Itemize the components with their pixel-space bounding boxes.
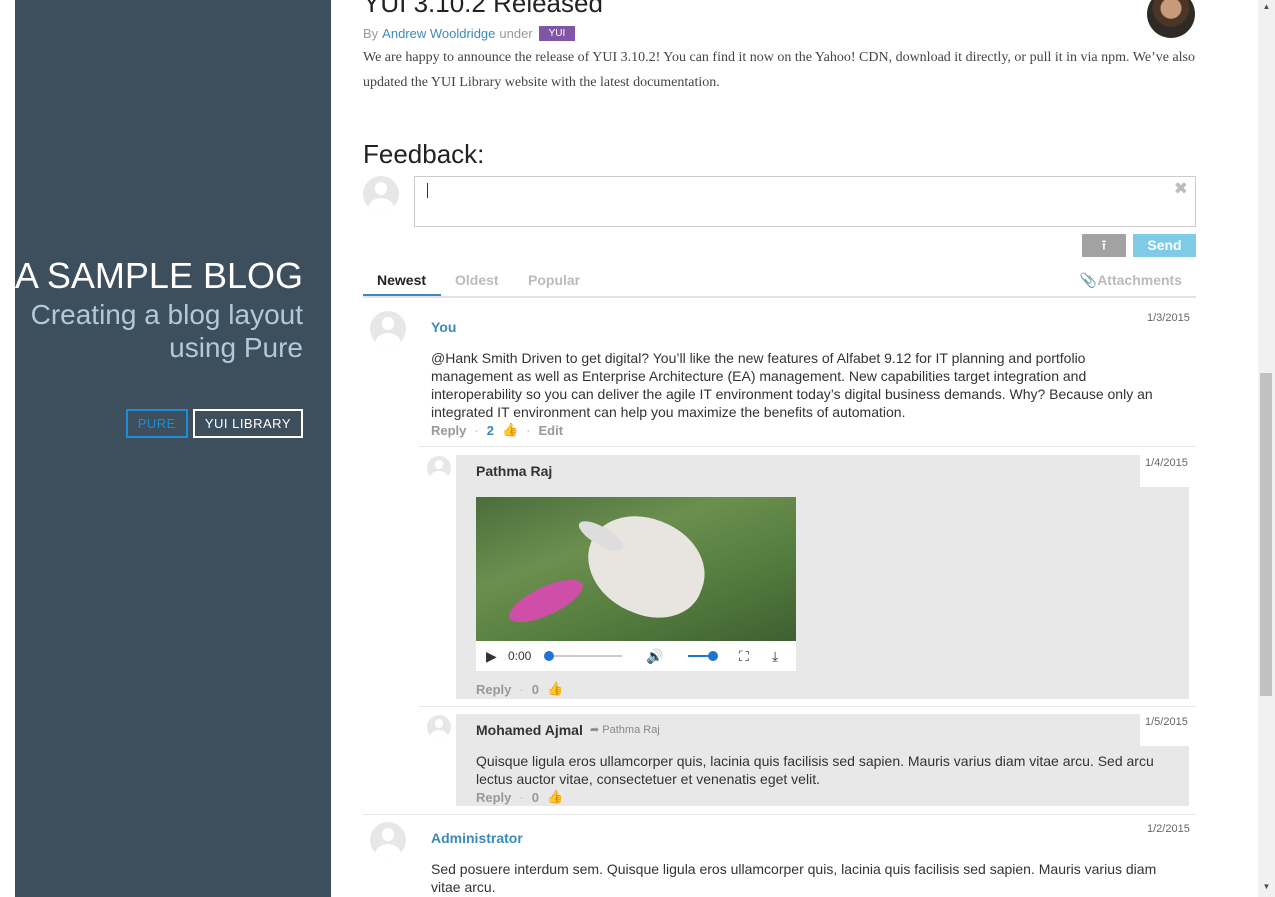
post-tag[interactable]: YUI — [538, 26, 576, 41]
nav-link-yui-library[interactable]: YUI LIBRARY — [192, 409, 303, 438]
main-content: YUI 3.10.2 Released By Andrew Wooldridge… — [363, 0, 1196, 897]
in-reply-to[interactable]: ➦ Pathma Raj — [590, 723, 660, 736]
thumbs-up-icon[interactable]: 👍 — [547, 681, 563, 697]
reply-link[interactable]: Reply — [431, 423, 466, 438]
author-avatar — [1147, 0, 1195, 38]
reply-actions: Reply · 0 👍 — [476, 681, 563, 697]
fullscreen-icon[interactable]: ⛶ — [739, 641, 749, 671]
thumbs-up-icon[interactable]: 👍 — [502, 422, 518, 438]
sort-tabs: Newest Oldest Popular 📎Attachments — [363, 266, 1196, 298]
current-user-avatar — [363, 176, 399, 212]
reply-date: 1/5/2015 — [1140, 714, 1194, 746]
sidebar: A SAMPLE BLOG Creating a blog layout usi… — [15, 0, 331, 897]
comment-text: @Hank Smith Driven to get digital? You’l… — [431, 350, 1153, 420]
send-button[interactable]: Send — [1133, 234, 1196, 257]
brand-title: A SAMPLE BLOG — [14, 255, 303, 296]
reply-actions: Reply · 0 👍 — [476, 789, 563, 805]
reply-link[interactable]: Reply — [476, 790, 511, 805]
page-scrollbar[interactable]: ▲ ▼ — [1258, 0, 1275, 897]
comment-divider — [363, 814, 1196, 815]
nav-link-pure[interactable]: PURE — [125, 409, 188, 438]
video-time: 0:00 — [508, 649, 532, 663]
tab-oldest[interactable]: Oldest — [455, 272, 499, 288]
reply-author[interactable]: Pathma Raj — [476, 463, 552, 479]
comment-author[interactable]: You — [431, 319, 456, 335]
post-author-link[interactable]: Andrew Wooldridge — [382, 26, 495, 41]
video-thumbnail-subject — [573, 501, 719, 632]
seek-handle[interactable] — [544, 651, 554, 661]
feedback-title: Feedback: — [363, 139, 485, 169]
reply-text: Quisque ligula eros ullamcorper quis, la… — [476, 753, 1154, 787]
edit-link[interactable]: Edit — [539, 423, 564, 438]
post-meta-under: under — [499, 26, 533, 41]
post-body: We are happy to announce the release of … — [363, 50, 1196, 90]
scroll-up-icon[interactable]: ▲ — [1258, 0, 1275, 14]
active-tab-indicator — [363, 294, 441, 296]
scroll-thumb[interactable] — [1260, 373, 1272, 696]
comment-actions: Reply · 2 👍 · Edit — [431, 422, 563, 438]
post-title[interactable]: YUI 3.10.2 Released — [363, 0, 603, 19]
comment-date: 1/2/2015 — [1147, 823, 1190, 835]
reply-divider — [419, 706, 1196, 707]
comment-date: 1/3/2015 — [1147, 312, 1190, 324]
comment-input[interactable]: ✖ — [414, 176, 1196, 227]
thumbs-up-icon[interactable]: 👍 — [547, 789, 563, 805]
separator-dot: · — [519, 789, 524, 805]
reply-date: 1/4/2015 — [1140, 455, 1194, 487]
post-meta: By Andrew Wooldridge under YUI — [363, 26, 576, 41]
reply-arrow-icon: ➦ — [590, 724, 600, 736]
video-thumbnail-flower — [503, 571, 589, 631]
video-player[interactable]: ▶ 0:00 🔊 ⛶ ⤓ — [476, 497, 796, 671]
video-controls: ▶ 0:00 🔊 ⛶ ⤓ — [476, 641, 796, 671]
play-icon[interactable]: ▶ — [486, 641, 497, 671]
separator-dot: · — [519, 681, 524, 697]
text-caret — [427, 183, 428, 198]
post-meta-by: By — [363, 26, 379, 41]
sidebar-nav: PURE YUI LIBRARY — [125, 409, 303, 438]
volume-icon[interactable]: 🔊 — [646, 641, 663, 671]
reply-author[interactable]: Mohamed Ajmal — [476, 722, 583, 738]
clear-icon[interactable]: ✖ — [1174, 179, 1188, 199]
upload-button[interactable]: ⭱ — [1082, 234, 1126, 257]
brand: A SAMPLE BLOG Creating a blog layout usi… — [13, 256, 303, 364]
comment-avatar — [370, 311, 406, 347]
like-count: 0 — [531, 681, 539, 697]
comment-divider — [419, 446, 1196, 447]
in-reply-to-name: Pathma Raj — [602, 724, 660, 736]
download-icon[interactable]: ⤓ — [772, 641, 778, 671]
reply-avatar — [427, 715, 451, 739]
upload-icon: ⭱ — [1101, 237, 1107, 253]
separator-dot: · — [526, 422, 531, 438]
reply-avatar — [427, 456, 451, 480]
seek-bar[interactable] — [548, 655, 622, 657]
scroll-down-icon[interactable]: ▼ — [1258, 880, 1275, 894]
comment-text: Sed posuere interdum sem. Quisque ligula… — [431, 861, 1157, 895]
brand-tagline: Creating a blog layout using Pure — [30, 299, 303, 363]
attachments-link[interactable]: 📎Attachments — [1080, 272, 1182, 289]
volume-handle[interactable] — [708, 651, 718, 661]
like-count: 2 — [486, 422, 494, 438]
comment-avatar — [370, 822, 406, 858]
video-frame[interactable] — [476, 497, 796, 641]
tab-newest[interactable]: Newest — [377, 272, 426, 288]
reply-link[interactable]: Reply — [476, 682, 511, 697]
separator-dot: · — [474, 422, 479, 438]
comment-author[interactable]: Administrator — [431, 830, 523, 846]
like-count: 0 — [531, 789, 539, 805]
tab-popular[interactable]: Popular — [528, 272, 580, 288]
